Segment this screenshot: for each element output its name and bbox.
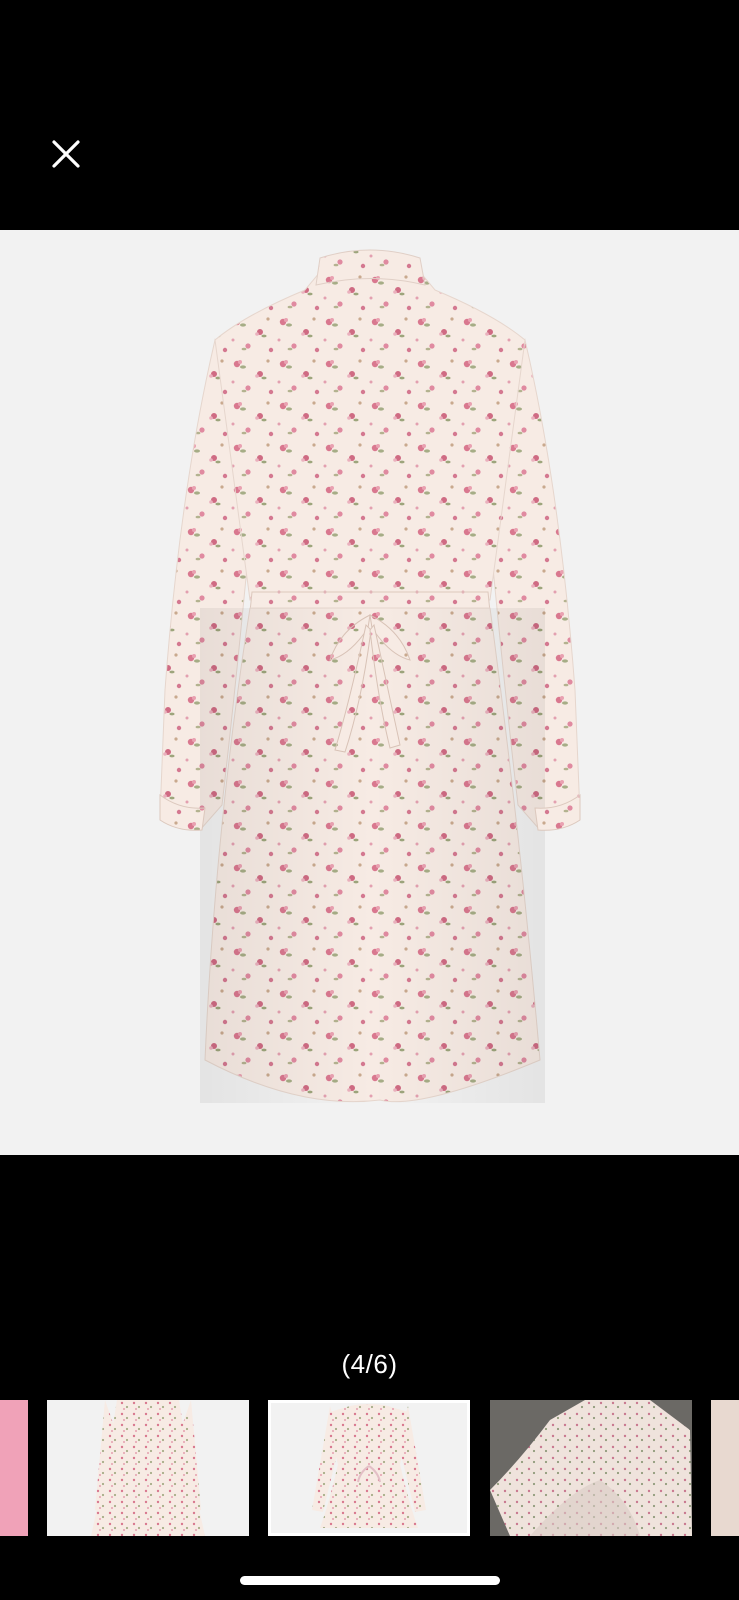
thumbnail-strip[interactable] <box>0 1400 739 1536</box>
thumbnail-item[interactable] <box>490 1400 692 1536</box>
close-icon <box>52 140 80 168</box>
home-indicator <box>240 1576 500 1585</box>
image-counter: (4/6) <box>341 1349 398 1379</box>
thumbnail-item[interactable] <box>711 1400 739 1536</box>
close-button[interactable] <box>44 132 88 176</box>
thumbnail-item-active[interactable] <box>268 1400 470 1536</box>
main-product-image[interactable] <box>0 230 739 1155</box>
thumbnail-item[interactable] <box>47 1400 249 1536</box>
thumbnail-item[interactable] <box>0 1400 28 1536</box>
